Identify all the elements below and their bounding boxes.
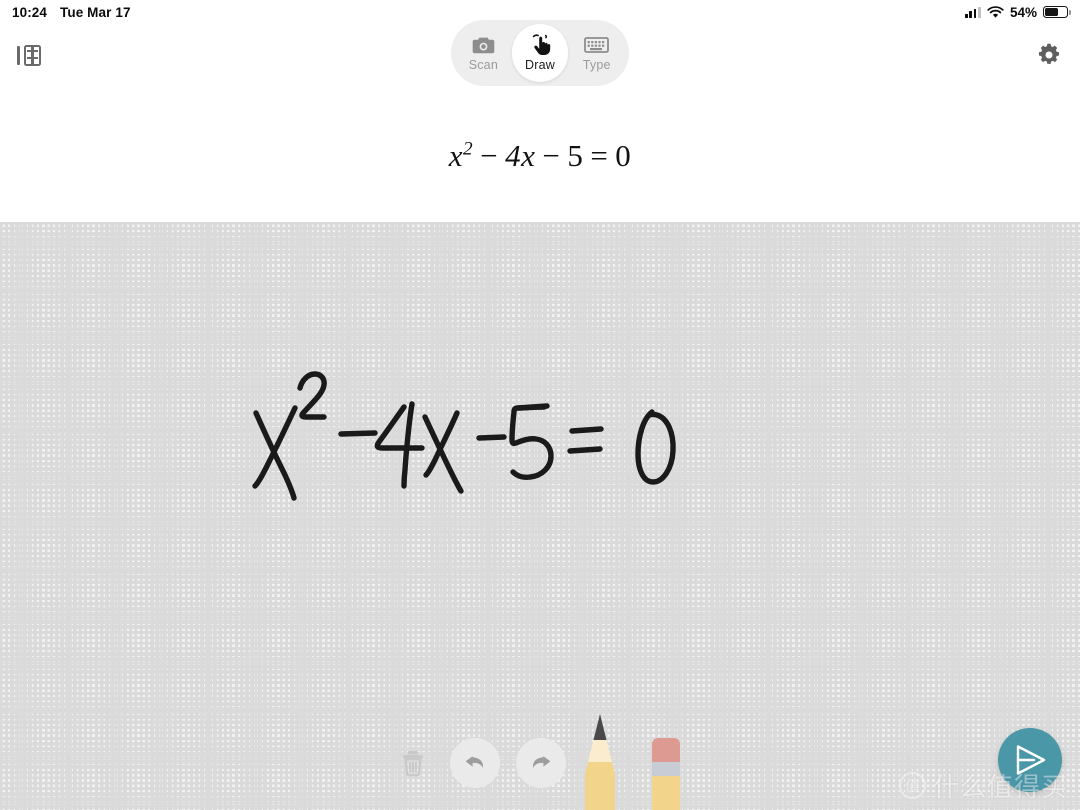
send-paper-plane-icon bbox=[1016, 745, 1046, 775]
equation-rhs: 0 bbox=[615, 138, 632, 173]
equation-term-4x: 4x bbox=[505, 138, 536, 173]
equation-term-5: 5 bbox=[567, 138, 584, 173]
history-button[interactable] bbox=[14, 40, 44, 70]
mode-scan[interactable]: Scan bbox=[455, 24, 512, 82]
status-time: 10:24 bbox=[12, 4, 48, 20]
trash-icon bbox=[403, 751, 423, 777]
eraser-tool-icon bbox=[652, 738, 680, 810]
pencil-tool-icon bbox=[585, 714, 615, 810]
mode-draw[interactable]: Draw bbox=[511, 24, 569, 82]
eraser-tool[interactable] bbox=[648, 732, 684, 810]
mode-scan-label: Scan bbox=[468, 58, 498, 72]
status-bar-right: 54% bbox=[964, 4, 1071, 20]
undo-arrow-icon bbox=[465, 756, 484, 768]
top-bar: Scan Draw Type bbox=[0, 20, 1080, 90]
delete-button[interactable] bbox=[396, 746, 430, 780]
settings-button[interactable] bbox=[1032, 38, 1066, 72]
wifi-icon bbox=[987, 5, 1004, 18]
redo-arrow-icon bbox=[532, 756, 551, 768]
app-root: 10:24 Tue Mar 17 54% Scan Draw Type x2 −… bbox=[0, 0, 1080, 810]
undo-button[interactable] bbox=[450, 738, 500, 788]
hand-draw-icon bbox=[529, 34, 552, 56]
mode-type[interactable]: Type bbox=[568, 24, 625, 82]
cellular-signal-icon bbox=[964, 6, 981, 18]
mode-draw-label: Draw bbox=[525, 58, 555, 72]
battery-percent: 54% bbox=[1009, 4, 1037, 20]
equation-base: x bbox=[448, 138, 463, 173]
battery-icon bbox=[1043, 6, 1071, 18]
status-date: Tue Mar 17 bbox=[60, 4, 131, 20]
pencil-tool[interactable] bbox=[582, 712, 618, 810]
equation-equals: = bbox=[590, 138, 609, 173]
camera-icon bbox=[472, 34, 495, 56]
tool-row bbox=[386, 714, 706, 810]
send-button[interactable] bbox=[998, 728, 1062, 792]
keyboard-icon bbox=[584, 34, 610, 56]
equation-op-1: − bbox=[480, 138, 499, 173]
gear-icon bbox=[1038, 43, 1059, 64]
redo-button[interactable] bbox=[516, 738, 566, 788]
mode-switch[interactable]: Scan Draw Type bbox=[451, 20, 629, 86]
mode-type-label: Type bbox=[582, 58, 611, 72]
equation-display: x2−4x −5 = 0 bbox=[449, 138, 632, 174]
equation-area: x2−4x −5 = 0 bbox=[0, 90, 1080, 222]
equation-exponent: 2 bbox=[462, 138, 474, 160]
equation-op-2: − bbox=[542, 138, 561, 173]
status-bar-left: 10:24 Tue Mar 17 bbox=[12, 5, 131, 20]
tool-bar bbox=[0, 714, 1080, 810]
list-history-icon bbox=[17, 44, 41, 66]
